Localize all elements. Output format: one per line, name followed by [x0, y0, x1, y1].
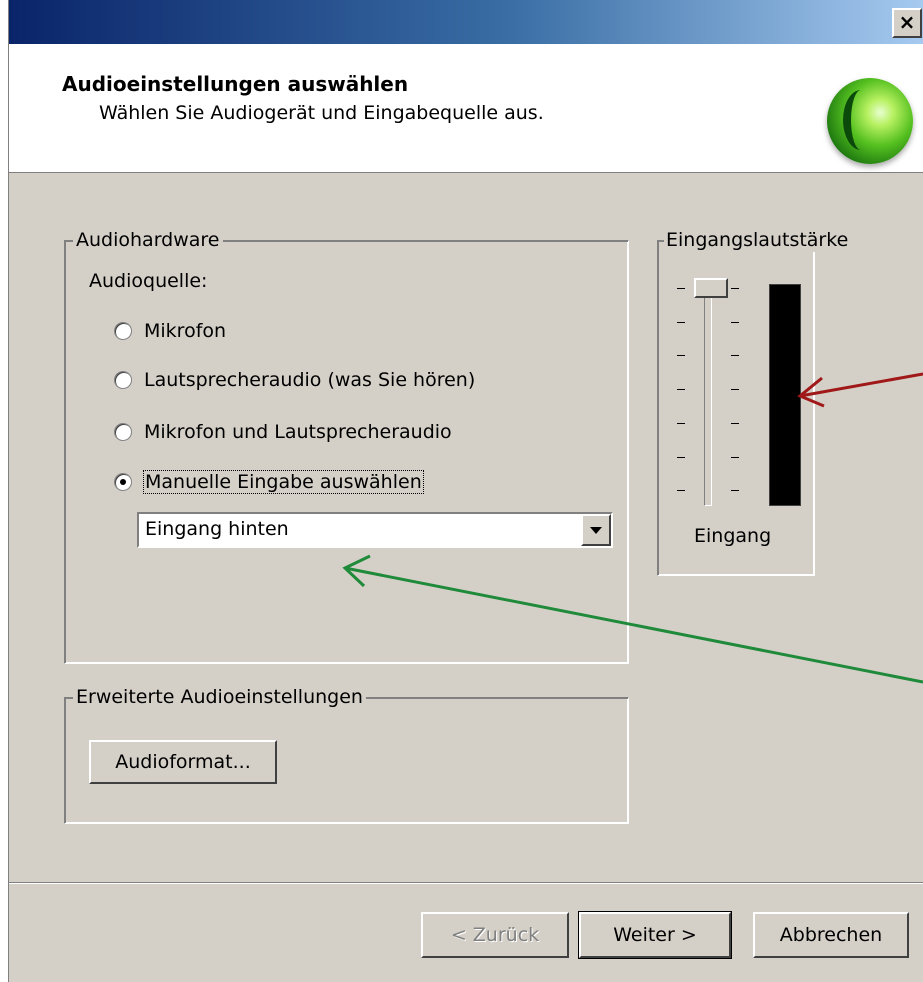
annotation-arrows — [342, 372, 923, 684]
red-arrow-icon — [797, 372, 923, 408]
green-arrow-icon — [342, 554, 923, 684]
